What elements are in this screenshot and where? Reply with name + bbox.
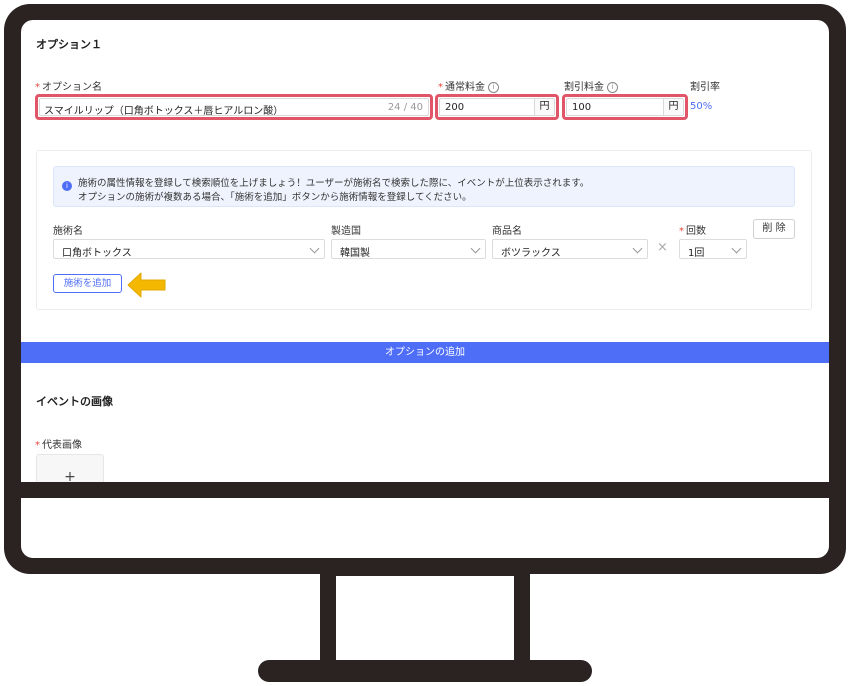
monitor-bezel-bar <box>4 482 846 498</box>
discount-rate-label: 割引率 <box>690 82 720 93</box>
option-name-highlight: スマイルリップ（口角ボトックス＋唇ヒアルロン酸） 24 / 40 <box>35 94 433 120</box>
discount-price-input[interactable]: 100 円 <box>566 98 684 116</box>
chevron-down-icon <box>309 243 320 254</box>
info-icon: i <box>62 181 72 191</box>
notice-line-2: オプションの施術が複数ある場合、「施術を追加」ボタンから施術情報を登録してくださ… <box>78 192 472 203</box>
screen: オプション１ * オプション名 * 通常料金 i 割引料金 i 割引率 スマイルリップ（… <box>21 20 829 558</box>
country-value: 韓国製 <box>340 248 370 259</box>
regular-price-unit: 円 <box>534 99 554 115</box>
monitor-neck-top <box>320 570 530 576</box>
regular-price-input[interactable]: 200 円 <box>439 98 555 116</box>
monitor-neck-right <box>514 570 530 670</box>
treatment-panel: i 施術の属性情報を登録して検索順位を上げましょう！ユーザーが施術名で検索した際… <box>36 150 812 310</box>
monitor-neck-left <box>320 570 336 670</box>
arrow-left-icon <box>127 272 166 298</box>
info-icon: i <box>607 81 618 93</box>
regular-price-label: * 通常料金 i <box>438 78 499 93</box>
product-label: 商品名 <box>492 226 522 237</box>
option-name-label: * オプション名 <box>35 82 102 93</box>
notice-line-1: 施術の属性情報を登録して検索順位を上げましょう！ユーザーが施術名で検索した際に、… <box>78 178 590 189</box>
discount-rate-value: 50% <box>690 101 713 112</box>
regular-price-highlight: 200 円 <box>435 94 559 120</box>
event-image-heading: イベントの画像 <box>36 395 113 408</box>
option-name-counter: 24 / 40 <box>387 102 423 113</box>
treatment-name-value: 口角ボトックス <box>62 248 132 259</box>
main-image-label: * 代表画像 <box>35 440 82 451</box>
monitor-base <box>258 660 592 682</box>
treatment-name-select[interactable]: 口角ボトックス <box>53 239 325 259</box>
discount-price-label: 割引料金 i <box>564 78 618 93</box>
count-value: 1回 <box>688 248 705 259</box>
regular-price-value: 200 <box>445 102 465 113</box>
option-heading: オプション１ <box>36 38 102 51</box>
country-label: 製造国 <box>331 226 361 237</box>
treatment-name-label: 施術名 <box>53 226 83 237</box>
count-label: * 回数 <box>679 226 706 237</box>
option-name-input[interactable]: スマイルリップ（口角ボトックス＋唇ヒアルロン酸） 24 / 40 <box>39 98 429 117</box>
discount-price-value: 100 <box>572 102 592 113</box>
notice-box: i 施術の属性情報を登録して検索順位を上げましょう！ユーザーが施術名で検索した際… <box>53 166 795 207</box>
close-icon[interactable]: × <box>657 241 668 255</box>
country-select[interactable]: 韓国製 <box>331 239 486 259</box>
option-name-value: スマイルリップ（口角ボトックス＋唇ヒアルロン酸） <box>44 106 284 117</box>
product-select[interactable]: ボツラックス <box>492 239 648 259</box>
discount-price-highlight: 100 円 <box>562 94 688 120</box>
delete-button[interactable]: 削 除 <box>753 219 795 239</box>
chevron-down-icon <box>731 243 742 254</box>
count-select[interactable]: 1回 <box>679 239 747 259</box>
add-treatment-button[interactable]: 施術を追加 <box>53 274 122 293</box>
chevron-down-icon <box>632 243 643 254</box>
product-value: ボツラックス <box>501 248 561 259</box>
info-icon: i <box>488 81 499 93</box>
chevron-down-icon <box>470 243 481 254</box>
add-option-button[interactable]: オプションの追加 <box>21 342 829 363</box>
discount-price-unit: 円 <box>663 99 683 115</box>
